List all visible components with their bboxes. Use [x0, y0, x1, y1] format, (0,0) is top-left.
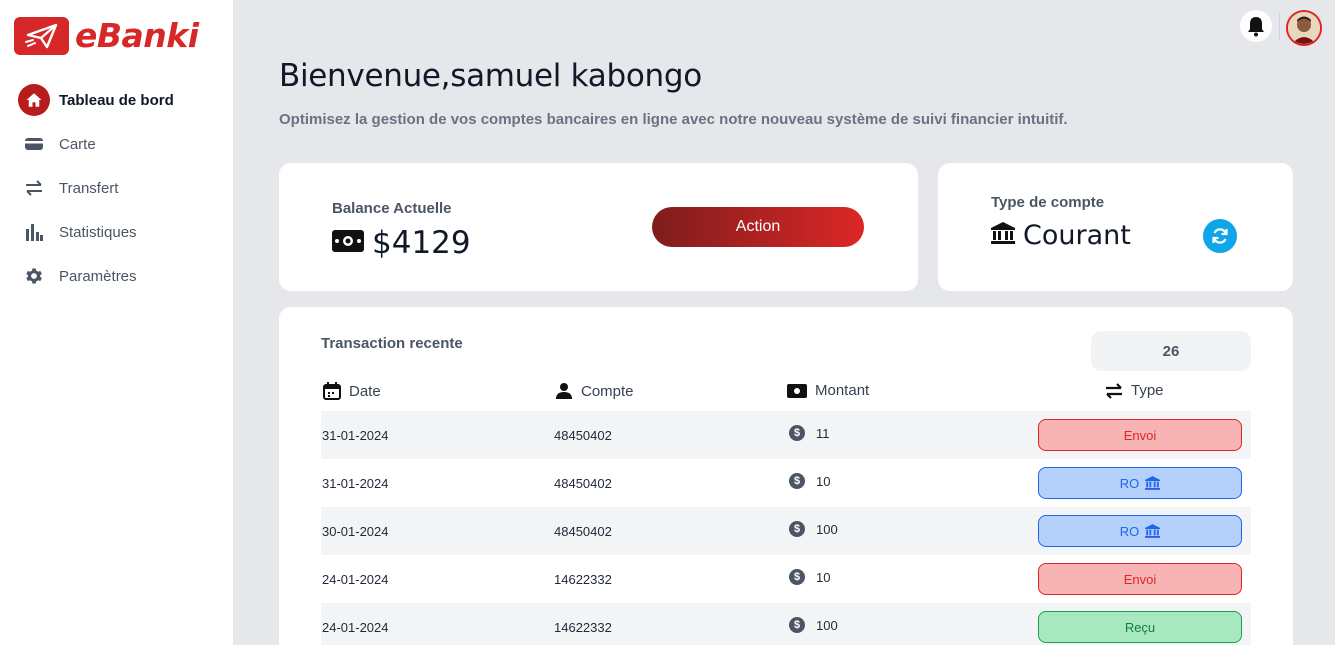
table-header: Date Compte Montant Type — [321, 373, 1251, 411]
row-account: 48450402 — [554, 476, 612, 491]
type-badge[interactable]: RO — [1038, 467, 1242, 499]
column-type-label: Type — [1131, 382, 1164, 399]
table-row[interactable]: 24-01-2024 14622332 $100 Reçu — [321, 603, 1251, 645]
transfer-icon — [18, 172, 50, 204]
transactions-table: Date Compte Montant Type 31-01-2024 4845… — [321, 373, 1251, 645]
transfer-icon — [1106, 382, 1122, 399]
column-date[interactable]: Date — [323, 382, 381, 400]
bell-icon — [1248, 17, 1264, 37]
sidebar-item-transfer[interactable]: Transfert — [0, 166, 233, 210]
type-badge[interactable]: Reçu — [1038, 611, 1242, 643]
refresh-button[interactable] — [1203, 219, 1237, 253]
dollar-coin-icon: $ — [789, 521, 805, 537]
type-badge[interactable]: Envoi — [1038, 563, 1242, 595]
paper-plane-icon — [14, 16, 69, 55]
row-date: 31-01-2024 — [322, 428, 389, 443]
account-type-row: Courant — [991, 220, 1131, 251]
type-badge[interactable]: RO — [1038, 515, 1242, 547]
row-amount: $100 — [789, 521, 838, 537]
sidebar-nav: Tableau de bord Carte Transfert Statisti… — [0, 78, 233, 298]
notification-button[interactable] — [1240, 10, 1272, 42]
column-account[interactable]: Compte — [555, 382, 634, 400]
transactions-count[interactable]: 26 — [1091, 331, 1251, 371]
page-title: Bienvenue,samuel kabongo — [279, 58, 702, 94]
sidebar-item-label: Transfert — [59, 179, 119, 197]
column-date-label: Date — [349, 382, 381, 400]
home-icon — [18, 84, 50, 116]
money-icon — [332, 229, 364, 257]
row-amount: $10 — [789, 473, 830, 489]
header-divider — [1279, 12, 1280, 40]
row-amount-value: 10 — [816, 569, 831, 585]
refresh-icon — [1212, 228, 1228, 244]
bank-icon — [1145, 524, 1161, 538]
brand-logo[interactable]: eBanki — [14, 16, 199, 55]
money-icon — [787, 383, 807, 398]
avatar[interactable] — [1286, 10, 1322, 46]
dollar-coin-icon: $ — [789, 425, 805, 441]
sidebar-item-label: Statistiques — [59, 223, 137, 241]
sidebar-item-dashboard[interactable]: Tableau de bord — [0, 78, 233, 122]
type-badge-label: Envoi — [1123, 427, 1157, 443]
sidebar-item-card[interactable]: Carte — [0, 122, 233, 166]
column-amount[interactable]: Montant — [787, 382, 869, 399]
balance-value: $4129 — [372, 225, 471, 261]
user-avatar-icon — [1288, 12, 1320, 44]
table-row[interactable]: 30-01-2024 48450402 $100 RO — [321, 507, 1251, 555]
bank-icon — [991, 222, 1015, 249]
row-amount-value: 100 — [816, 521, 838, 537]
bar-chart-icon — [18, 216, 50, 248]
row-date: 30-01-2024 — [322, 524, 389, 539]
type-badge-label: Envoi — [1123, 571, 1157, 587]
type-badge[interactable]: Envoi — [1038, 419, 1242, 451]
action-button[interactable]: Action — [652, 207, 864, 247]
account-type-label: Type de compte — [991, 194, 1105, 211]
sidebar-item-label: Carte — [59, 135, 96, 153]
balance-value-row: $4129 — [332, 225, 471, 261]
row-account: 48450402 — [554, 524, 612, 539]
dollar-coin-icon: $ — [789, 617, 805, 633]
type-badge-label: RO — [1119, 475, 1140, 491]
row-amount: $11 — [789, 425, 830, 441]
transactions-card: Transaction recente 26 Date Compte Monta… — [279, 307, 1293, 645]
row-account: 48450402 — [554, 428, 612, 443]
brand-name: eBanki — [75, 16, 199, 55]
row-date: 24-01-2024 — [322, 572, 389, 587]
sidebar: eBanki Tableau de bord Carte Transfert S… — [0, 0, 233, 645]
dollar-coin-icon: $ — [789, 473, 805, 489]
sidebar-item-statistics[interactable]: Statistiques — [0, 210, 233, 254]
sidebar-item-settings[interactable]: Paramètres — [0, 254, 233, 298]
account-type-value: Courant — [1023, 220, 1131, 251]
column-type[interactable]: Type — [1105, 382, 1164, 399]
balance-card: Balance Actuelle $4129 Action — [279, 163, 918, 291]
account-type-card: Type de compte Courant — [938, 163, 1293, 291]
dollar-coin-icon: $ — [789, 569, 805, 585]
row-date: 31-01-2024 — [322, 476, 389, 491]
card-icon — [18, 128, 50, 160]
row-account: 14622332 — [554, 572, 612, 587]
row-date: 24-01-2024 — [322, 620, 389, 635]
balance-label: Balance Actuelle — [332, 200, 452, 217]
row-amount-value: 100 — [816, 617, 838, 633]
calendar-icon — [323, 382, 341, 400]
row-amount: $10 — [789, 569, 830, 585]
sidebar-item-label: Tableau de bord — [59, 91, 174, 109]
type-badge-label: Reçu — [1124, 619, 1156, 635]
column-account-label: Compte — [581, 382, 634, 400]
table-row[interactable]: 31-01-2024 48450402 $11 Envoi — [321, 411, 1251, 459]
table-row[interactable]: 24-01-2024 14622332 $10 Envoi — [321, 555, 1251, 603]
row-amount: $100 — [789, 617, 838, 633]
gear-icon — [18, 260, 50, 292]
row-amount-value: 11 — [816, 425, 830, 441]
page-subtitle: Optimisez la gestion de vos comptes banc… — [279, 111, 1068, 128]
sidebar-item-label: Paramètres — [59, 267, 137, 285]
table-row[interactable]: 31-01-2024 48450402 $10 RO — [321, 459, 1251, 507]
row-account: 14622332 — [554, 620, 612, 635]
type-badge-label: RO — [1119, 523, 1140, 539]
column-amount-label: Montant — [815, 382, 870, 399]
bank-icon — [1145, 476, 1161, 490]
user-icon — [556, 383, 572, 399]
transactions-title: Transaction recente — [321, 335, 463, 352]
row-amount-value: 10 — [816, 473, 831, 489]
